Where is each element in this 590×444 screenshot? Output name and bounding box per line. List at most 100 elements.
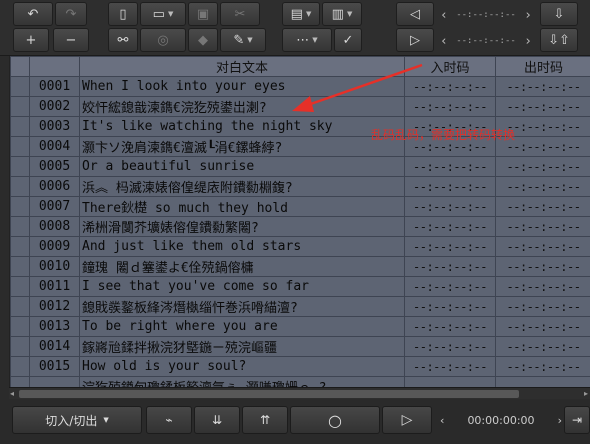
row-number[interactable]: 0007: [29, 196, 80, 217]
row-number[interactable]: 0009: [29, 236, 80, 257]
row-text[interactable]: To be right where you are: [79, 316, 405, 337]
inout-dropdown[interactable]: 切入/切出 ▼: [12, 406, 142, 434]
row-out-timecode[interactable]: [495, 376, 590, 387]
row-in-timecode[interactable]: --:--:--:--: [404, 236, 496, 257]
row-select-cell[interactable]: [10, 176, 30, 197]
row-number[interactable]: [29, 376, 80, 387]
row-out-timecode[interactable]: --:--:--:--: [495, 196, 590, 217]
row-number[interactable]: 0013: [29, 316, 80, 337]
next-icon[interactable]: ›: [558, 414, 562, 427]
row-text[interactable]: 鐘瑰 闂ｄ簺鍙よ€佺殑鍋傛槦: [79, 256, 405, 277]
set-out-icon[interactable]: ⇈: [242, 406, 288, 434]
set-in-icon[interactable]: ⇊: [194, 406, 240, 434]
row-out-timecode[interactable]: --:--:--:--: [495, 216, 590, 237]
row-out-timecode[interactable]: --:--:--:--: [495, 96, 590, 117]
table-row[interactable]: 0015 How old is your soul? --:--:--:-- --:-…: [10, 356, 590, 377]
row-text[interactable]: 浠栦滑闅芥壙婊傛偟鐨勬繁闂?: [79, 216, 405, 237]
row-select-cell[interactable]: [10, 76, 30, 97]
header-out[interactable]: 出时码: [495, 56, 590, 77]
row-in-timecode[interactable]: --:--:--:--: [404, 196, 496, 217]
row-select-cell[interactable]: [10, 276, 30, 297]
row-select-cell[interactable]: [10, 316, 30, 337]
row-number[interactable]: 0011: [29, 276, 80, 297]
wrench-icon[interactable]: ✎ ▼: [220, 28, 266, 52]
table-row[interactable]: 0010 鐘瑰 闂ｄ簺鍙よ€佺殑鍋傛槦 --:--:--:-- --:--:--:--: [10, 256, 590, 277]
check-icon[interactable]: ✓: [334, 28, 362, 52]
header-sequence[interactable]: [29, 56, 80, 77]
row-number[interactable]: 0012: [29, 296, 80, 317]
row-text[interactable]: 浜︽ 杩滅湅婊傛偟缇庡附鐨勬棩鍑?: [79, 176, 405, 197]
row-out-timecode[interactable]: --:--:--:--: [495, 76, 590, 97]
row-text[interactable]: And just like them old stars: [79, 236, 405, 257]
row-number[interactable]: 0014: [29, 336, 80, 357]
table-row[interactable]: 0013 To be right where you are --:--:--:--…: [10, 316, 590, 337]
table-row[interactable]: 0008 浠栦滑闅芥壙婊傛偟鐨勬繁闂? --:--:--:-- --:--:--:--: [10, 216, 590, 237]
remove-row-icon[interactable]: −: [53, 28, 89, 52]
horizontal-scrollbar[interactable]: ◂ ▸: [9, 387, 590, 399]
row-number[interactable]: 0002: [29, 96, 80, 117]
row-select-cell[interactable]: [10, 296, 30, 317]
row-number[interactable]: 0003: [29, 116, 80, 137]
mark-out-icon[interactable]: ▷: [396, 28, 434, 52]
save-icon[interactable]: ▣: [188, 2, 218, 26]
row-text[interactable]: 鎴戝彂鐜板綘涔熸槸缁忓巻浜嗗緢澶?: [79, 296, 405, 317]
row-select-cell[interactable]: [10, 376, 30, 387]
row-text[interactable]: 浣犵殑鐏甸瓊鍒板簳澶氬ぇ 灏嗛瓊姗ｅ ?: [79, 376, 405, 387]
mark-in-icon[interactable]: ◁: [396, 2, 434, 26]
row-out-timecode[interactable]: --:--:--:--: [495, 276, 590, 297]
row-text[interactable]: How old is your soul?: [79, 356, 405, 377]
prev-icon[interactable]: ‹: [440, 8, 448, 23]
scrollbar-thumb[interactable]: [19, 390, 519, 398]
table-row[interactable]: 0009 And just like them old stars --:--:--…: [10, 236, 590, 257]
row-select-cell[interactable]: [10, 256, 30, 277]
row-in-timecode[interactable]: --:--:--:--: [404, 296, 496, 317]
table-row[interactable]: 0011 I see that you've come so far --:--:-…: [10, 276, 590, 297]
table-row[interactable]: 0007 There鈥檚 so much they hold --:--:--:--…: [10, 196, 590, 217]
row-select-cell[interactable]: [10, 236, 30, 257]
row-out-timecode[interactable]: --:--:--:--: [495, 296, 590, 317]
format-icon[interactable]: ⋯ ▼: [282, 28, 332, 52]
prev-icon[interactable]: ‹: [440, 34, 448, 49]
record-button[interactable]: ○: [290, 406, 380, 434]
row-select-cell[interactable]: [10, 136, 30, 157]
row-in-timecode[interactable]: [404, 376, 496, 387]
row-in-timecode[interactable]: --:--:--:--: [404, 276, 496, 297]
next-icon[interactable]: ›: [524, 8, 532, 23]
row-number[interactable]: 0010: [29, 256, 80, 277]
cut-icon[interactable]: ✂: [220, 2, 260, 26]
row-in-timecode[interactable]: --:--:--:--: [404, 336, 496, 357]
row-out-timecode[interactable]: --:--:--:--: [495, 256, 590, 277]
shield-icon[interactable]: ◆: [188, 28, 218, 52]
row-select-cell[interactable]: [10, 356, 30, 377]
row-out-timecode[interactable]: --:--:--:--: [495, 336, 590, 357]
row-text[interactable]: Or a beautiful sunrise: [79, 156, 405, 177]
row-select-cell[interactable]: [10, 336, 30, 357]
table-row[interactable]: 0012 鎴戝彂鐜板綘涔熸槸缁忓巻浜嗗緢澶? --:--:--:-- --:--:--…: [10, 296, 590, 317]
row-text[interactable]: 灏卞ソ浼肩湅鐫€澶滅┖涓€鏍蜂綍?: [79, 136, 405, 157]
export-icon[interactable]: ▥ ▼: [322, 2, 362, 26]
row-in-timecode[interactable]: --:--:--:--: [404, 256, 496, 277]
row-in-timecode[interactable]: --:--:--:--: [404, 176, 496, 197]
row-in-timecode[interactable]: --:--:--:--: [404, 316, 496, 337]
row-text[interactable]: I see that you've come so far: [79, 276, 405, 297]
row-text[interactable]: 鎵嶈兘鍒拌揪浣犲墍鍦ㄧ殑浣嶇疆: [79, 336, 405, 357]
table-row[interactable]: 0005 Or a beautiful sunrise --:--:--:-- --:…: [10, 156, 590, 177]
row-number[interactable]: 0001: [29, 76, 80, 97]
jump-end-icon[interactable]: ⇥: [564, 406, 590, 434]
table-row[interactable]: 0006 浜︽ 杩滅湅婊傛偟缇庡附鐨勬棩鍑? --:--:--:-- --:--:--…: [10, 176, 590, 197]
zoom-icon[interactable]: ◎: [140, 28, 186, 52]
open-folder-icon[interactable]: ▭ ▼: [140, 2, 186, 26]
row-in-timecode[interactable]: --:--:--:--: [404, 216, 496, 237]
next-icon[interactable]: ›: [524, 34, 532, 49]
scroll-right-icon[interactable]: ▸: [584, 388, 588, 400]
row-in-timecode[interactable]: --:--:--:--: [404, 356, 496, 377]
redo-icon[interactable]: ↷: [55, 2, 87, 26]
row-out-timecode[interactable]: --:--:--:--: [495, 356, 590, 377]
jump-in-icon[interactable]: ⇩: [540, 2, 578, 26]
new-file-icon[interactable]: ▯: [108, 2, 138, 26]
prev-icon[interactable]: ‹: [440, 414, 444, 427]
row-select-cell[interactable]: [10, 96, 30, 117]
table-row[interactable]: 0014 鎵嶈兘鍒拌揪浣犲墍鍦ㄧ殑浣嶇疆 --:--:--:-- --:--:--:-…: [10, 336, 590, 357]
row-number[interactable]: 0006: [29, 176, 80, 197]
row-out-timecode[interactable]: --:--:--:--: [495, 236, 590, 257]
